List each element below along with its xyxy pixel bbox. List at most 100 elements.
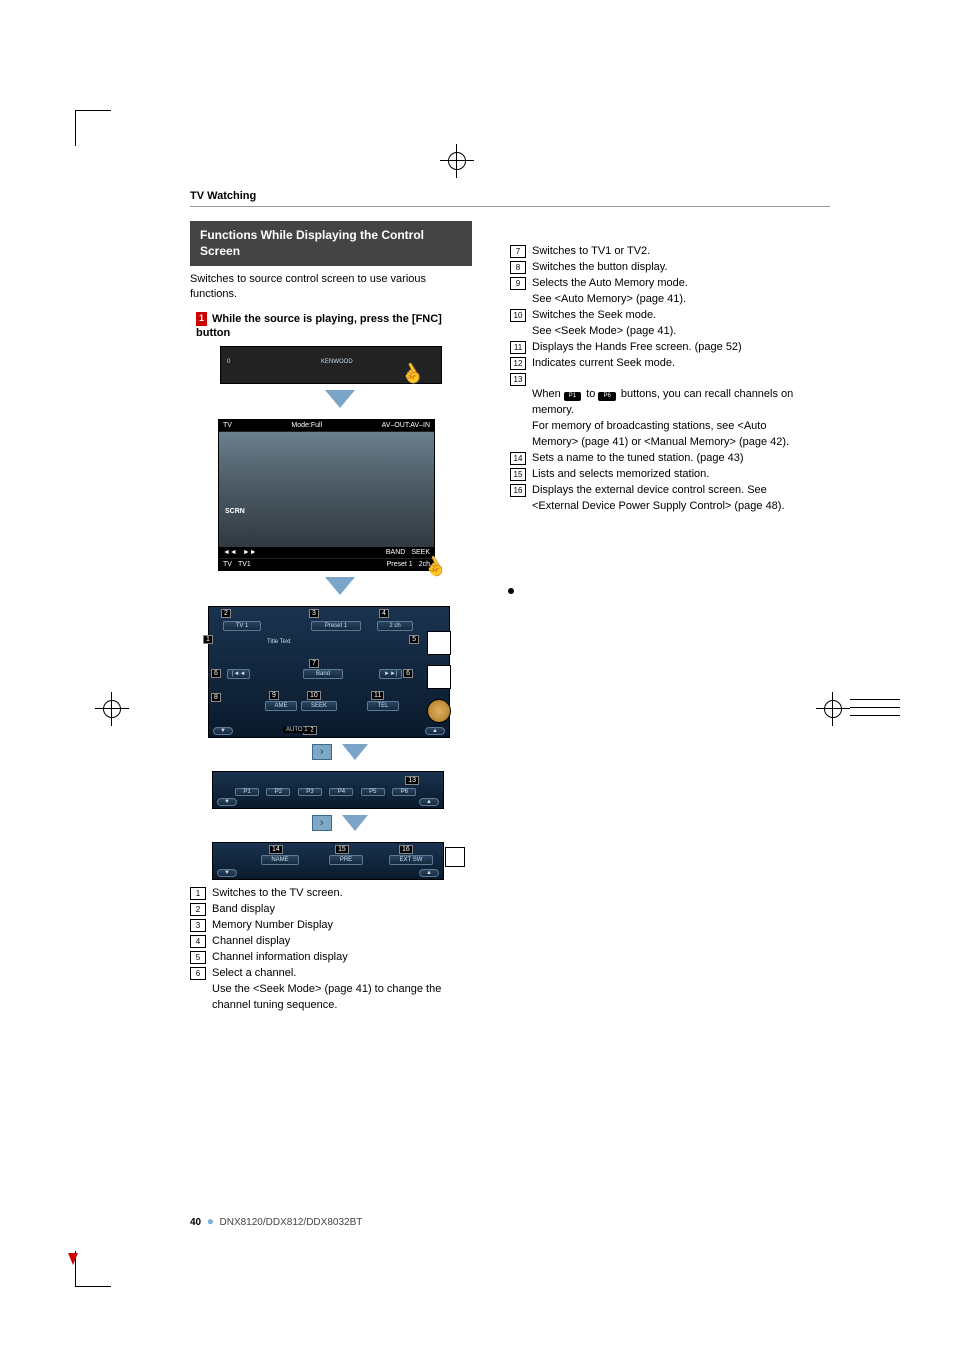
list-text: Displays the Hands Free screen. (page 52… <box>532 340 810 356</box>
side-icon <box>427 631 451 655</box>
callout-1: 1 <box>203 635 213 644</box>
num-box: 12 <box>510 357 526 370</box>
footer-model: DNX8120/DDX812/DDX8032BT <box>220 1217 363 1228</box>
callout-7: 7 <box>309 659 319 668</box>
chevron-right-icon: › <box>312 815 332 831</box>
list-item: 16Displays the external device control s… <box>510 483 810 515</box>
ch-indicator: 2 ch <box>377 621 413 631</box>
faceplate-brand: KENWOOD <box>321 359 353 365</box>
intro-text: Switches to source control screen to use… <box>190 272 470 302</box>
registration-mark <box>95 692 129 726</box>
name-button[interactable]: NAME <box>261 855 299 865</box>
preset-p1[interactable]: P1 <box>235 788 259 796</box>
callout-2: 2 <box>221 609 231 618</box>
extsw-button[interactable]: EXT SW <box>389 855 433 865</box>
side-icons <box>427 621 451 723</box>
num-box: 13 <box>510 373 526 386</box>
ame-button[interactable]: AME <box>265 701 297 711</box>
list-item: 4 Channel display <box>190 934 470 950</box>
list-text: Channel display <box>212 934 470 950</box>
pre-button[interactable]: PRE <box>329 855 363 865</box>
list-item: 11 Displays the Hands Free screen. (page … <box>510 340 810 356</box>
flow-arrow <box>220 577 460 600</box>
callout-3: 3 <box>309 609 319 618</box>
list-text: Switches the Seek mode. See <Seek Mode> … <box>532 308 810 340</box>
band-button[interactable]: Band <box>303 669 343 679</box>
control-screen-screenshot: 2 3 4 1 5 6 7 6 8 9 10 11 12 TV 1 Preset… <box>208 606 450 738</box>
page-footer: 40 ● DNX8120/DDX812/DDX8032BT <box>190 1214 362 1228</box>
title-text-label: Title Text <box>267 639 291 645</box>
skip-back-button[interactable]: |◄◄ <box>227 669 250 679</box>
num-box: 7 <box>510 245 526 258</box>
down-arrow-icon <box>325 390 355 408</box>
num-box: 4 <box>190 935 206 948</box>
list-item: 1Switches to the TV screen. <box>190 886 470 902</box>
seek-prev-icon: ◄◄ <box>223 549 237 556</box>
callout-8: 8 <box>211 693 221 702</box>
flow-arrow-row: › <box>220 744 460 765</box>
callout-6b: 6 <box>403 669 413 678</box>
side-icon <box>445 847 465 867</box>
list-text: Displays the external device control scr… <box>532 483 810 515</box>
ui-source-label: TV <box>223 422 232 429</box>
list-item: 15Lists and selects memorized station. <box>510 467 810 483</box>
list-text: Switches the button display. <box>532 260 810 276</box>
callout-13: 13 <box>405 776 419 785</box>
chevron-right-icon: › <box>312 744 332 760</box>
num-box: 11 <box>510 341 526 354</box>
text-pre: When <box>532 388 564 400</box>
down-arrow-icon <box>325 577 355 595</box>
title-bar: Functions While Displaying the Control S… <box>190 221 472 266</box>
preset-p2[interactable]: P2 <box>266 788 290 796</box>
preset-p4[interactable]: P4 <box>329 788 353 796</box>
list-item: 8Switches the button display. <box>510 260 810 276</box>
seek-button[interactable]: SEEK <box>301 701 337 711</box>
preset-p5[interactable]: P5 <box>361 788 385 796</box>
registration-lines <box>850 692 900 723</box>
left-numbered-list: 1Switches to the TV screen. 2Band displa… <box>190 886 470 1014</box>
auto1-indicator: AUTO 1 <box>283 727 311 733</box>
right-numbered-list: 7Switches to TV1 or TV2. 8Switches the b… <box>510 244 810 515</box>
scroll-down-tab[interactable]: ▼ <box>217 798 237 806</box>
list-item: 3Memory Number Display <box>190 918 470 934</box>
scroll-up-tab[interactable]: ▲ <box>419 798 439 806</box>
callout-6: 6 <box>211 669 221 678</box>
faceplate-label: 0 <box>227 359 230 365</box>
ui-avout-label: AV–OUT:AV–IN <box>382 422 430 429</box>
scroll-down-tab[interactable]: ▼ <box>213 727 233 735</box>
list-item: 2Band display <box>190 902 470 918</box>
side-icon <box>427 699 451 723</box>
preset-indicator: Preset 1 <box>311 621 361 631</box>
down-arrow-icon <box>342 815 368 831</box>
list-item: 7Switches to TV1 or TV2. <box>510 244 810 260</box>
scroll-down-tab[interactable]: ▼ <box>217 869 237 877</box>
tel-button[interactable]: TEL <box>367 701 399 711</box>
tv-video-area <box>219 432 434 558</box>
step-1: 1While the source is playing, press the … <box>196 312 466 341</box>
callout-10: 10 <box>307 691 321 700</box>
num-box: 9 <box>510 277 526 290</box>
side-icon <box>427 665 451 689</box>
callout-14: 14 <box>269 845 283 854</box>
registration-mark <box>440 144 474 178</box>
preset-p6[interactable]: P6 <box>392 788 416 796</box>
tv1-indicator: TV 1 <box>223 621 261 631</box>
list-item: 9Selects the Auto Memory mode. See <Auto… <box>510 276 810 308</box>
list-text: Band display <box>212 902 470 918</box>
ui-top-bar: TV Mode:Full AV–OUT:AV–IN <box>219 420 434 431</box>
skip-fwd-button[interactable]: ►►| <box>379 669 402 679</box>
flow-arrow-row: › <box>220 815 460 836</box>
device-faceplate-image: 0 KENWOOD ☝ <box>220 346 442 384</box>
step-text: While the source is playing, press the [… <box>196 313 442 339</box>
callout-4: 4 <box>379 609 389 618</box>
list-item: 10Switches the Seek mode. See <Seek Mode… <box>510 308 810 340</box>
list-text: Select a channel. Use the <Seek Mode> (p… <box>212 966 470 1014</box>
ui-info-bar: TV TV1 Preset 1 2ch <box>219 559 434 570</box>
crop-mark <box>75 110 111 146</box>
preset-p3[interactable]: P3 <box>298 788 322 796</box>
seek-next-icon: ►► <box>243 549 257 556</box>
scroll-up-tab[interactable]: ▲ <box>419 869 439 877</box>
scroll-up-tab[interactable]: ▲ <box>425 727 445 735</box>
list-text: Indicates current Seek mode. <box>532 356 810 372</box>
crop-mark <box>75 1251 111 1287</box>
